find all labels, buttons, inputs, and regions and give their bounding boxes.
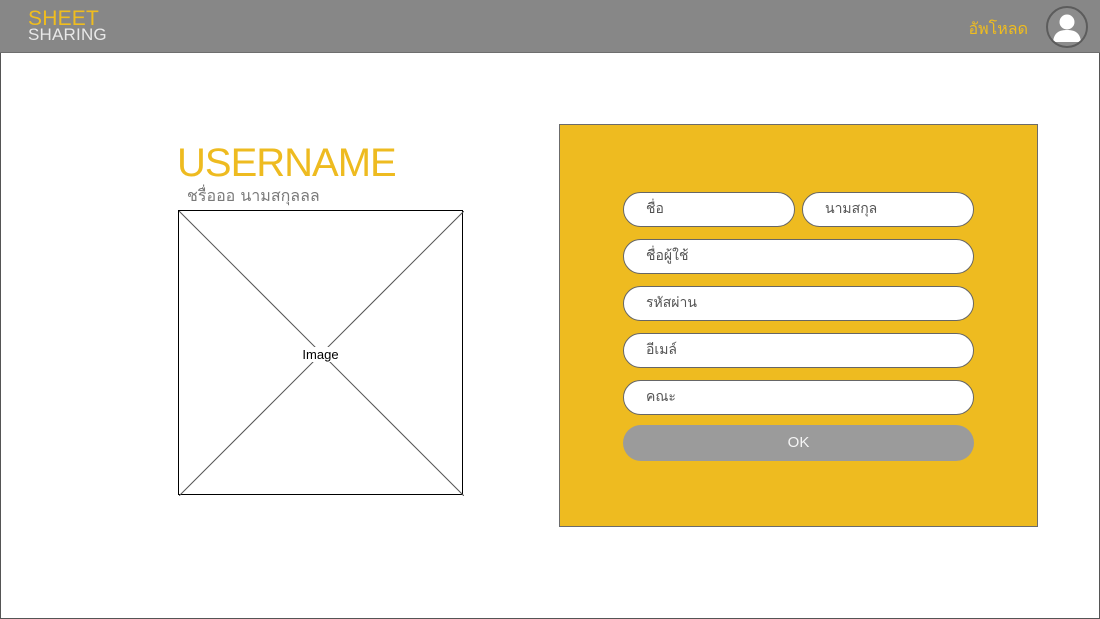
upload-link[interactable]: อัพโหลด bbox=[969, 17, 1029, 42]
profile-username: USERNAME bbox=[177, 141, 397, 185]
profile-form-panel: ชื่อ นามสกุล ชื่อผู้ใช้ รหัสผ่าน อีเมล์ … bbox=[559, 124, 1038, 527]
last-name-input[interactable]: นามสกุล bbox=[802, 192, 974, 227]
user-avatar-svg bbox=[1053, 14, 1081, 42]
email-input[interactable]: อีเมล์ bbox=[623, 333, 974, 368]
username-input[interactable]: ชื่อผู้ใช้ bbox=[623, 239, 974, 274]
password-input[interactable]: รหัสผ่าน bbox=[623, 286, 974, 321]
profile-fullname: ชรื่อออ นามสกุลลล bbox=[187, 186, 320, 205]
image-placeholder-label: Image bbox=[179, 347, 462, 362]
image-label-text: Image bbox=[296, 347, 345, 362]
top-bar: SHEET SHARING อัพโหลด bbox=[0, 0, 1100, 53]
logo[interactable]: SHEET SHARING bbox=[28, 8, 107, 43]
ok-button[interactable]: OK bbox=[623, 425, 974, 461]
logo-line-2: SHARING bbox=[28, 25, 107, 44]
faculty-input[interactable]: คณะ bbox=[623, 380, 974, 415]
user-avatar-icon[interactable] bbox=[1046, 6, 1088, 48]
profile-image-placeholder[interactable]: Image bbox=[178, 210, 464, 496]
first-name-input[interactable]: ชื่อ bbox=[623, 192, 795, 227]
